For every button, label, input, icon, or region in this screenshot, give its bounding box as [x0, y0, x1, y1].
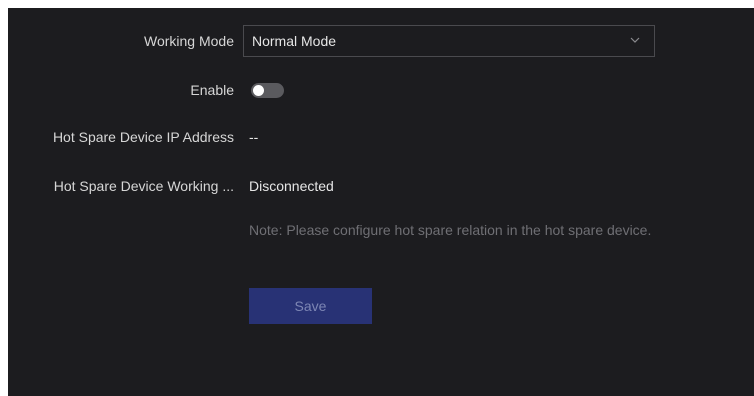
- enable-row: Enable: [8, 74, 754, 106]
- hot-spare-ip-value: --: [249, 129, 259, 145]
- working-mode-row: Working Mode Normal Mode: [8, 25, 754, 57]
- toggle-knob: [253, 85, 264, 96]
- hot-spare-note: Note: Please configure hot spare relatio…: [249, 222, 652, 238]
- working-mode-select[interactable]: Normal Mode: [243, 25, 655, 57]
- save-button[interactable]: Save: [249, 288, 372, 324]
- enable-label: Enable: [190, 82, 234, 98]
- hot-spare-settings-panel: Working Mode Normal Mode Enable Hot Spar…: [8, 8, 754, 396]
- chevron-down-icon: [630, 37, 640, 43]
- hot-spare-status-label: Hot Spare Device Working ...: [53, 178, 234, 194]
- hot-spare-status-value: Disconnected: [249, 178, 334, 194]
- note-row: Note: Please configure hot spare relatio…: [8, 214, 754, 246]
- working-mode-value: Normal Mode: [252, 33, 337, 49]
- hot-spare-ip-row: Hot Spare Device IP Address --: [8, 121, 754, 153]
- hot-spare-ip-label: Hot Spare Device IP Address: [52, 129, 234, 145]
- hot-spare-status-row: Hot Spare Device Working ... Disconnecte…: [8, 170, 754, 202]
- working-mode-label: Working Mode: [143, 33, 234, 49]
- enable-toggle[interactable]: [251, 83, 284, 98]
